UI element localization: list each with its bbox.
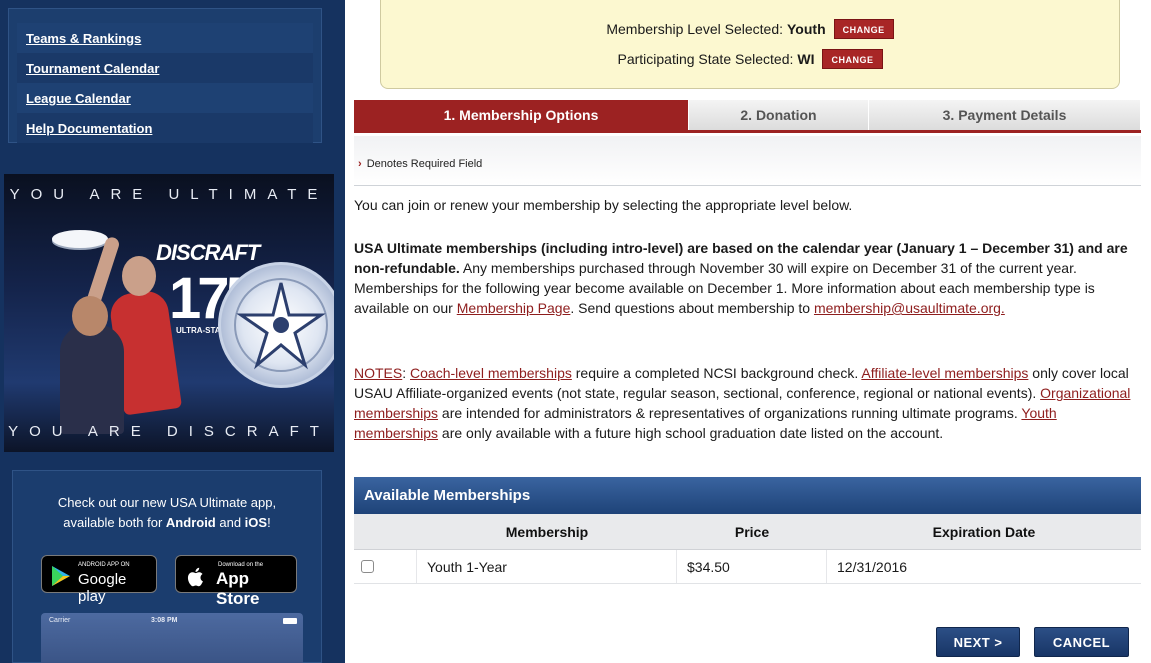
required-field-note: › Denotes Required Field: [354, 136, 1141, 186]
available-memberships-title: Available Memberships: [354, 477, 1141, 514]
membership-level-line: Membership Level Selected: Youth CHANGE: [381, 19, 1119, 39]
main-content: Membership Level Selected: Youth CHANGE …: [345, 0, 1151, 663]
change-membership-level-button[interactable]: CHANGE: [833, 19, 894, 39]
disc-star-graphic: [218, 262, 334, 388]
player-red-head-graphic: [122, 256, 156, 296]
phone-screenshot-graphic: Carrier 3:08 PM: [41, 613, 303, 663]
sidebar-item-label[interactable]: League Calendar: [26, 91, 131, 106]
tab-payment-details[interactable]: 3. Payment Details: [869, 100, 1141, 130]
sidebar-item-league-calendar[interactable]: League Calendar: [17, 83, 313, 113]
membership-page-link[interactable]: Membership Page: [457, 300, 571, 316]
app-promo-line2: available both for Android and iOS!: [63, 515, 271, 530]
google-play-big-text: Google play: [78, 571, 127, 605]
membership-level-value: Youth: [787, 21, 826, 37]
phone-carrier: Carrier: [49, 617, 71, 624]
app-store-button[interactable]: Download on the App Store: [175, 555, 297, 608]
table-row[interactable]: Youth 1-Year $34.50 12/31/2016: [354, 550, 1141, 584]
sidebar-item-label[interactable]: Teams & Rankings: [26, 31, 141, 46]
app-store-big-text: App Store: [216, 569, 260, 608]
table-header-row: Membership Price Expiration Date: [354, 514, 1141, 550]
player-dark-head-graphic: [72, 296, 108, 336]
change-state-button[interactable]: CHANGE: [822, 49, 883, 69]
membership-checkbox[interactable]: [361, 560, 374, 573]
available-memberships-table: Available Memberships Membership Price E…: [354, 477, 1141, 584]
column-membership: Membership: [505, 523, 589, 540]
phone-status-bar: Carrier 3:08 PM: [41, 617, 303, 627]
step-tabs: 1. Membership Options 2. Donation 3. Pay…: [354, 100, 1141, 133]
ad-brand: DISCRAFT: [156, 240, 260, 265]
notes-text: NOTES: Coach-level memberships require a…: [354, 365, 1131, 441]
google-play-button[interactable]: ANDROID APP ON Google play: [41, 555, 157, 605]
sidebar-item-help-documentation[interactable]: Help Documentation: [17, 113, 313, 143]
sidebar-nav: Teams & Rankings Tournament Calendar Lea…: [8, 8, 322, 143]
column-price: Price: [734, 523, 770, 540]
flying-disc-graphic: [52, 230, 108, 248]
app-promo-text: Check out our new USA Ultimate app, avai…: [13, 493, 321, 533]
apple-icon: [187, 567, 203, 587]
intro-text: You can join or renew your membership by…: [354, 197, 853, 213]
google-play-icon: [52, 566, 70, 586]
required-field-text: › Denotes Required Field: [358, 158, 483, 170]
notes-link[interactable]: NOTES: [354, 365, 402, 381]
participating-state-label: Participating State Selected:: [617, 51, 794, 67]
required-chevron-icon: ›: [358, 158, 362, 170]
cancel-button[interactable]: CANCEL: [1034, 627, 1129, 657]
membership-email-link[interactable]: membership@usaultimate.org.: [814, 300, 1005, 316]
membership-level-label: Membership Level Selected:: [606, 21, 783, 37]
column-expiration-date: Expiration Date: [932, 523, 1036, 540]
participating-state-value: WI: [797, 51, 815, 67]
tab-membership-options[interactable]: 1. Membership Options: [354, 100, 689, 130]
membership-price-cell: $34.50: [677, 550, 827, 583]
participating-state-line: Participating State Selected: WI CHANGE: [381, 49, 1119, 69]
app-store-small-text: Download on the: [218, 562, 264, 568]
ad-top-text: YOU ARE ULTIMATE: [9, 186, 329, 203]
membership-policy-text: USA Ultimate memberships (including intr…: [354, 240, 1128, 316]
sidebar-item-label[interactable]: Help Documentation: [26, 121, 152, 136]
ad-bottom-text: YOU ARE DISCRAFT: [8, 423, 330, 440]
sidebar-item-tournament-calendar[interactable]: Tournament Calendar: [17, 53, 313, 83]
google-play-small-text: ANDROID APP ON: [78, 562, 130, 568]
affiliate-memberships-link[interactable]: Affiliate-level memberships: [861, 365, 1028, 381]
battery-icon: [283, 618, 297, 624]
discraft-ad-banner[interactable]: YOU ARE ULTIMATE DISCRAFT 175 ULTRA-STAR…: [4, 174, 334, 452]
player-dark-graphic: [60, 324, 124, 434]
selection-summary: Membership Level Selected: Youth CHANGE …: [380, 0, 1120, 89]
sidebar-item-label[interactable]: Tournament Calendar: [26, 61, 159, 76]
sidebar: Teams & Rankings Tournament Calendar Lea…: [0, 0, 345, 663]
app-promo-line1: Check out our new USA Ultimate app,: [57, 495, 277, 510]
phone-time: 3:08 PM: [151, 617, 178, 624]
coach-memberships-link[interactable]: Coach-level memberships: [410, 365, 572, 381]
sidebar-item-teams-rankings[interactable]: Teams & Rankings: [17, 23, 313, 53]
app-promo: Check out our new USA Ultimate app, avai…: [12, 470, 322, 663]
membership-name-cell: Youth 1-Year: [417, 550, 677, 583]
tab-donation[interactable]: 2. Donation: [689, 100, 869, 130]
membership-select-cell: [354, 550, 417, 583]
next-button[interactable]: NEXT >: [936, 627, 1020, 657]
membership-expiration-cell: 12/31/2016: [837, 558, 908, 575]
